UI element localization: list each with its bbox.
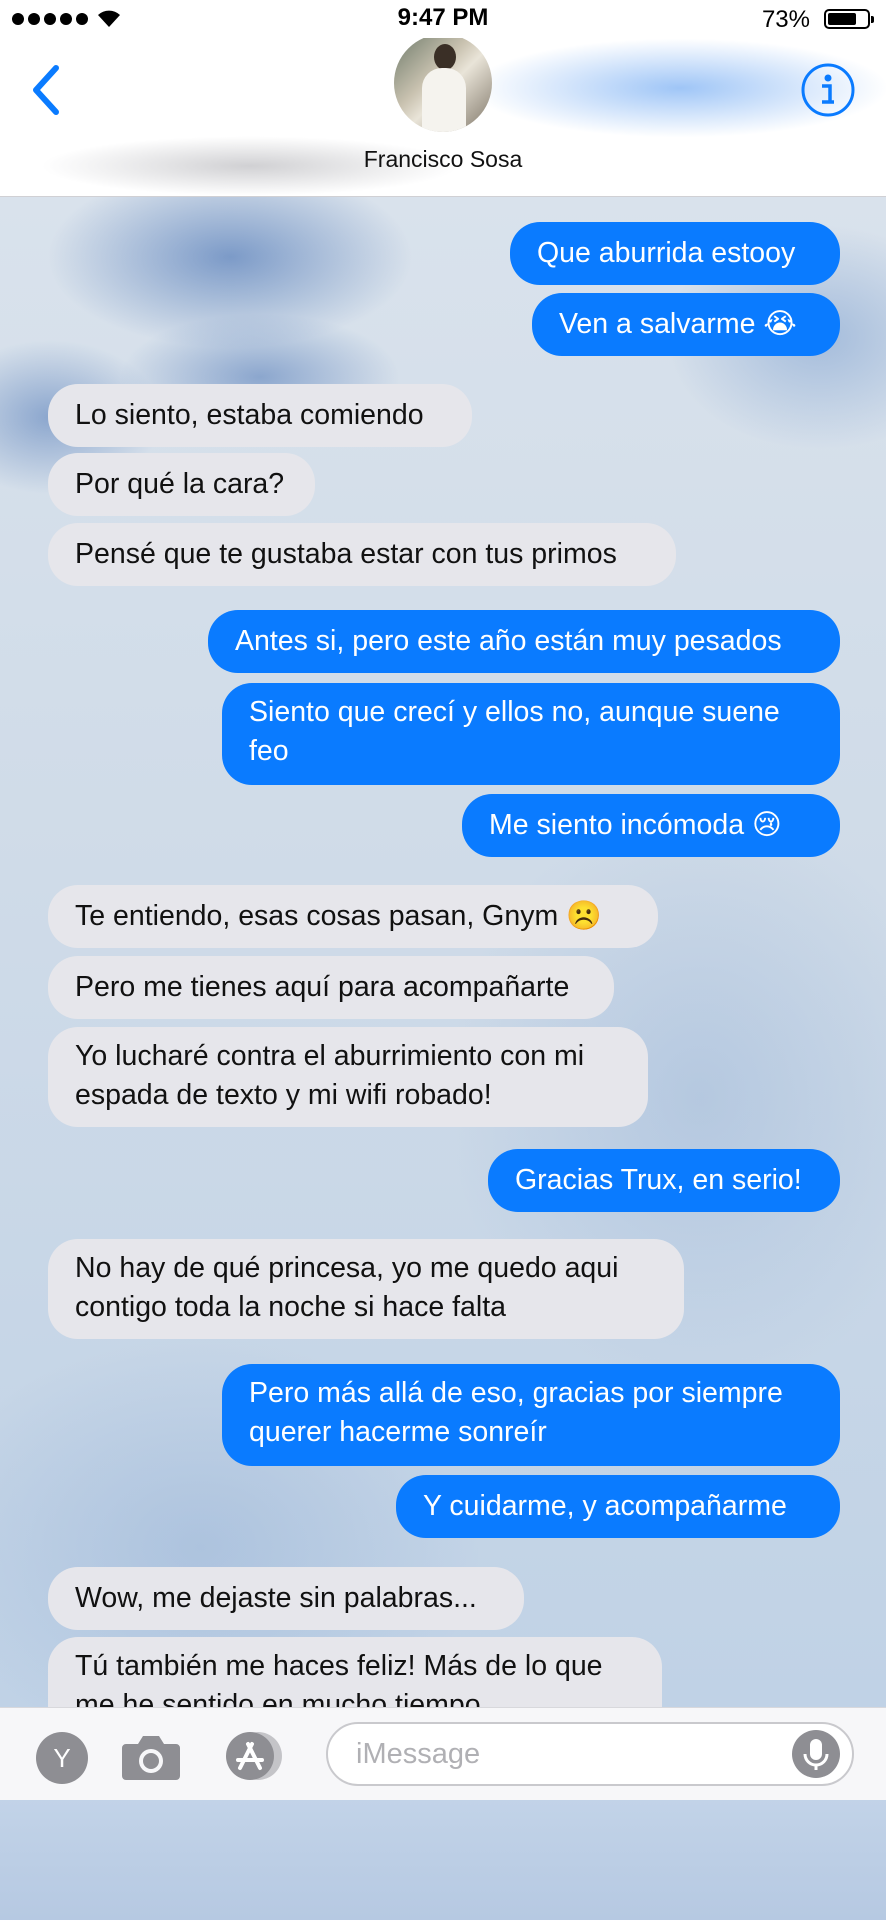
- message-bubble-incoming[interactable]: Te entiendo, esas cosas pasan, Gnym ☹️: [48, 885, 658, 948]
- message-thread[interactable]: Que aburrida estooy Ven a salvarme 😭 Lo …: [0, 197, 886, 1707]
- message-bubble-incoming[interactable]: Tú también me haces feliz! Más de lo que…: [48, 1637, 662, 1707]
- chevron-left-icon: [33, 65, 59, 115]
- contact-name[interactable]: Francisco Sosa: [0, 146, 886, 173]
- message-bubble-incoming[interactable]: Yo lucharé contra el aburrimiento con mi…: [48, 1027, 648, 1127]
- y-button[interactable]: Y: [36, 1732, 88, 1784]
- message-bubble-incoming[interactable]: No hay de qué princesa, yo me quedo aqui…: [48, 1239, 684, 1339]
- status-bar: 9:47 PM 73%: [0, 0, 886, 38]
- info-button[interactable]: [800, 62, 856, 118]
- message-bubble-incoming[interactable]: Por qué la cara?: [48, 453, 315, 516]
- message-bubble-outgoing[interactable]: Gracias Trux, en serio!: [488, 1149, 840, 1212]
- conversation-header: Francisco Sosa: [0, 38, 886, 197]
- battery-percent: 73%: [761, 6, 810, 33]
- avatar[interactable]: [394, 38, 492, 132]
- message-bubble-outgoing[interactable]: Antes si, pero este año están muy pesado…: [208, 610, 840, 673]
- message-bubble-incoming[interactable]: Pensé que te gustaba estar con tus primo…: [48, 523, 676, 586]
- message-bubble-outgoing[interactable]: Ven a salvarme 😭: [532, 293, 840, 356]
- message-bubble-outgoing[interactable]: Pero más allá de eso, gracias por siempr…: [222, 1364, 840, 1466]
- message-bubble-incoming[interactable]: Pero me tienes aquí para acompañarte: [48, 956, 614, 1019]
- message-input-bar: Y: [0, 1707, 886, 1800]
- message-bubble-outgoing[interactable]: Me siento incómoda 😢: [462, 794, 840, 857]
- app-store-icon[interactable]: [220, 1730, 286, 1782]
- message-bubble-incoming[interactable]: Wow, me dejaste sin palabras...: [48, 1567, 524, 1630]
- microphone-button[interactable]: [792, 1730, 840, 1778]
- back-button[interactable]: [26, 60, 66, 120]
- message-bubble-outgoing[interactable]: Que aburrida estooy: [510, 222, 840, 285]
- message-bubble-incoming[interactable]: Lo siento, estaba comiendo: [48, 384, 472, 447]
- message-bubble-outgoing[interactable]: Y cuidarme, y acompañarme: [396, 1475, 840, 1538]
- message-input[interactable]: [326, 1722, 854, 1786]
- microphone-icon: [803, 1739, 829, 1770]
- battery-icon: [824, 9, 874, 29]
- message-bubble-outgoing[interactable]: Siento que crecí y ellos no, aunque suen…: [222, 683, 840, 785]
- keyboard-area-background: [0, 1799, 886, 1920]
- camera-icon[interactable]: [120, 1730, 182, 1782]
- status-time: 9:47 PM: [397, 4, 489, 31]
